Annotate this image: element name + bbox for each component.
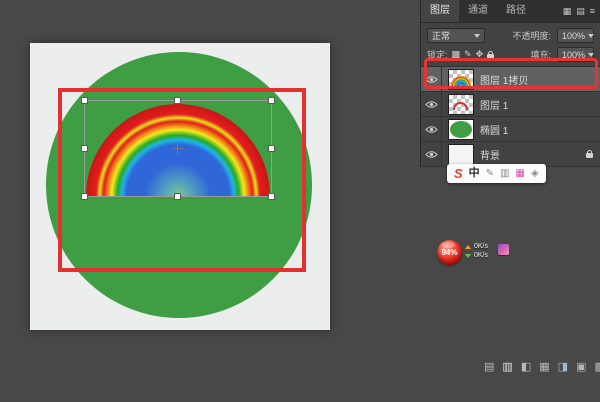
tray-icon-4[interactable]: ▦ [539, 362, 549, 373]
tray-icon-7[interactable]: ▩ [594, 362, 600, 373]
handwriting-icon[interactable]: ✎ [486, 169, 494, 179]
layer-name: 椭圆 1 [480, 122, 508, 137]
visibility-toggle[interactable] [421, 142, 442, 166]
transform-handle-bottom-middle[interactable] [174, 193, 181, 200]
background-lock-icon [586, 153, 593, 158]
arc-thumb-art [453, 102, 468, 110]
blend-mode-value: 正常 [432, 29, 450, 42]
taskbar-tray: ▤ ▥ ◧ ▦ ◨ ▣ ▩ [484, 362, 600, 373]
photoshop-workspace: { "colors": { "annotation_red": "#e53030… [0, 0, 600, 402]
transform-bounding-box [84, 100, 272, 197]
transform-handle-bottom-right[interactable] [268, 193, 275, 200]
document-canvas[interactable] [30, 43, 330, 330]
visibility-toggle[interactable] [421, 117, 442, 141]
layer-row-ellipse1[interactable]: 椭圆 1 [421, 117, 600, 142]
layer-name: 背景 [480, 147, 500, 162]
download-arrow-icon [465, 254, 471, 258]
panel-grid-icon[interactable]: ▦ [563, 7, 572, 16]
ime-toolbar[interactable]: S 中 ✎ ▥ ▦ ◈ [447, 164, 546, 183]
keyboard-icon[interactable]: ▥ [500, 169, 509, 179]
upload-speed-value: 0K/s [474, 243, 488, 250]
tray-icon-3[interactable]: ◧ [521, 362, 531, 373]
transform-handle-bottom-left[interactable] [81, 193, 88, 200]
tab-paths[interactable]: 路径 [497, 0, 535, 22]
annotation-red-box-layer-row [424, 58, 598, 89]
tray-icon-5[interactable]: ◨ [558, 362, 568, 373]
transform-handle-top-right[interactable] [268, 97, 275, 104]
layer-name: 图层 1 [480, 97, 508, 112]
layer-thumbnail[interactable] [448, 119, 474, 140]
download-speed-value: 0K/s [474, 252, 488, 259]
network-speeds: 0K/s 0K/s [465, 243, 488, 259]
memory-usage-ball[interactable]: 94% [437, 240, 462, 265]
chevron-down-icon [474, 34, 480, 38]
upload-speed: 0K/s [465, 243, 488, 250]
opacity-label: 不透明度: [512, 29, 551, 42]
opacity-select[interactable]: 100% [557, 28, 594, 43]
download-speed: 0K/s [465, 252, 488, 259]
tray-icon-6[interactable]: ▣ [576, 362, 586, 373]
tab-layers[interactable]: 图层 [421, 0, 459, 22]
layer-row-layer1[interactable]: 图层 1 [421, 92, 600, 117]
tray-icon-2[interactable]: ▥ [502, 362, 512, 373]
visibility-toggle[interactable] [421, 92, 442, 116]
transform-handle-middle-right[interactable] [268, 145, 275, 152]
memory-percent: 94% [441, 248, 457, 257]
chevron-down-icon [588, 53, 594, 57]
transform-handle-middle-left[interactable] [81, 145, 88, 152]
sogou-logo-icon[interactable]: S [454, 167, 463, 180]
panel-list-icon[interactable]: ▤ [576, 7, 585, 16]
tab-channels[interactable]: 通道 [459, 0, 497, 22]
layer-thumbnail[interactable] [448, 94, 474, 115]
opacity-value: 100% [562, 31, 585, 41]
eye-icon [425, 100, 438, 109]
skin-icon[interactable]: ▦ [516, 169, 525, 179]
ime-language-mode[interactable]: 中 [469, 168, 480, 179]
panel-menu-icon[interactable]: ≡ [590, 7, 595, 16]
toolbox-icon[interactable]: ◈ [531, 169, 539, 179]
transform-center-point[interactable] [173, 144, 183, 154]
eye-icon [425, 125, 438, 134]
panel-tab-bar: 图层 通道 路径 ▦ ▤ ≡ [421, 0, 600, 23]
transform-handle-top-left[interactable] [81, 97, 88, 104]
chevron-down-icon [588, 34, 594, 38]
panel-header-icons: ▦ ▤ ≡ [563, 0, 600, 22]
eye-icon [425, 150, 438, 159]
blend-opacity-row: 正常 不透明度: 100% [427, 27, 594, 44]
blend-mode-select[interactable]: 正常 [427, 28, 485, 43]
layer-thumbnail[interactable] [448, 144, 474, 165]
ellipse-thumb-art [450, 121, 472, 138]
network-monitor-icon[interactable] [498, 244, 509, 255]
tray-icon-1[interactable]: ▤ [484, 362, 494, 373]
upload-arrow-icon [465, 245, 471, 249]
transform-handle-top-middle[interactable] [174, 97, 181, 104]
